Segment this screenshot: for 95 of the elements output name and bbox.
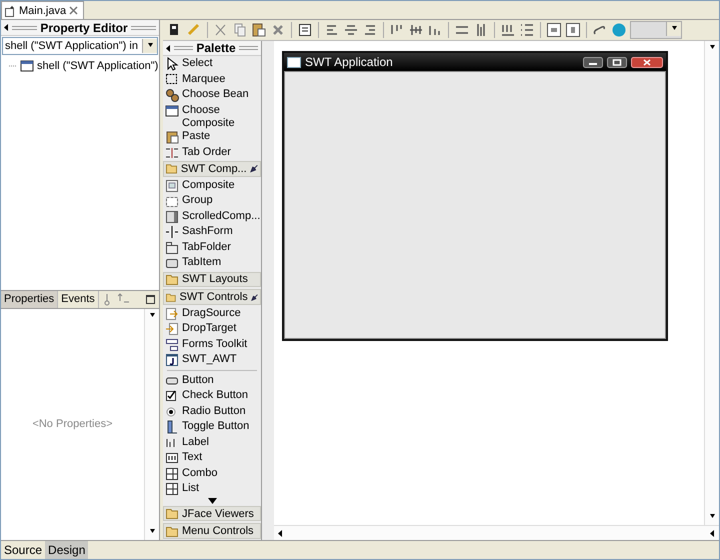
palette-item[interactable]: List — [163, 481, 261, 497]
editor-tab[interactable]: Main.java — [1, 1, 84, 19]
maximize-icon[interactable] — [146, 294, 155, 304]
palette-item[interactable]: ScrolledComp... — [163, 208, 261, 224]
java-box-icon — [165, 353, 179, 368]
dropdown-arrow-icon[interactable] — [672, 26, 676, 32]
center-vertical-icon[interactable] — [565, 22, 581, 38]
palette-category[interactable]: SWT Layouts — [163, 272, 261, 288]
collapse-arrow-icon[interactable] — [278, 530, 283, 536]
palette-item[interactable]: DragSource — [163, 306, 261, 322]
checkbox-icon — [165, 389, 179, 404]
component-selector[interactable]: shell ("SWT Application") in — [2, 37, 158, 55]
tab-order-icon — [165, 146, 179, 160]
empty-message: <No Properties> — [32, 418, 113, 430]
palette-item[interactable]: Combo — [163, 466, 261, 482]
window-icon — [287, 56, 301, 68]
list-box-icon — [165, 482, 179, 496]
pin-icon[interactable] — [250, 164, 258, 174]
palette-item[interactable]: TabItem — [163, 255, 261, 271]
close-icon[interactable] — [631, 56, 663, 68]
center-horizontal-icon[interactable] — [546, 22, 562, 38]
palette-item[interactable]: Select — [163, 56, 261, 72]
list-box-icon — [165, 466, 179, 481]
maximize-icon[interactable] — [607, 56, 627, 68]
collapse-arrow-icon[interactable] — [166, 44, 171, 52]
palette-item[interactable]: Group — [163, 193, 261, 209]
paste-icon[interactable] — [251, 22, 267, 38]
grip-icon — [130, 24, 156, 30]
text-field-icon — [165, 451, 179, 466]
palette-category[interactable]: SWT Controls — [163, 289, 261, 305]
scroll-panel-icon — [165, 210, 179, 224]
palette-item[interactable]: Marquee — [163, 72, 261, 87]
palette-item[interactable]: Label — [163, 434, 261, 450]
tree-item[interactable]: shell ("SWT Application") — [9, 58, 159, 74]
clipboard-icon — [165, 130, 179, 144]
dropdown-arrow-icon[interactable] — [148, 42, 152, 50]
palette-item[interactable]: Tab Order — [163, 144, 261, 160]
marquee-icon — [165, 72, 179, 86]
palette-item[interactable]: Button — [163, 372, 261, 388]
panel-title: Palette — [196, 41, 236, 55]
grip-icon — [238, 45, 258, 51]
properties-icon[interactable] — [297, 22, 313, 38]
palette-item[interactable]: TabFolder — [163, 240, 261, 256]
grip-icon — [12, 24, 38, 30]
window-icon — [20, 59, 34, 73]
palette-category[interactable]: Menu Controls — [163, 523, 261, 539]
window-title: SWT Application — [305, 55, 394, 69]
folder-icon — [166, 163, 178, 174]
filter-icon[interactable] — [118, 293, 130, 305]
palette-category[interactable]: SWT Comp... — [163, 161, 261, 177]
dropdown-field[interactable] — [630, 21, 682, 39]
palette-category[interactable]: JFace Viewers — [163, 506, 261, 522]
grip-icon — [174, 45, 194, 51]
palette-item[interactable]: SWT_AWT — [163, 352, 261, 368]
folder-icon — [166, 274, 179, 285]
minimize-icon[interactable] — [583, 56, 603, 68]
folder-icon — [166, 292, 176, 303]
scrollbar[interactable] — [274, 525, 719, 540]
group-icon — [165, 194, 179, 208]
split-icon — [165, 225, 179, 240]
folder-icon — [166, 526, 179, 537]
palette-item[interactable]: Toggle Button — [163, 419, 261, 435]
collapse-arrow-icon[interactable] — [710, 530, 715, 536]
collapse-arrow-icon[interactable] — [4, 24, 9, 31]
palette-item[interactable]: Choose Bean — [163, 87, 261, 102]
distribute-icon[interactable] — [500, 22, 516, 38]
palette-item[interactable]: Choose Composite — [163, 102, 261, 130]
window-icon — [165, 104, 179, 118]
drop-target-icon — [165, 322, 179, 336]
panel-tab[interactable]: Properties — [1, 290, 58, 308]
editor-mode-tab[interactable]: Design — [45, 541, 88, 559]
sort-icon[interactable] — [102, 292, 112, 306]
palette-item[interactable]: Forms Toolkit — [163, 336, 261, 352]
palette-item[interactable]: Radio Button — [163, 404, 261, 420]
forms-icon — [165, 338, 179, 352]
align-middle-icon[interactable] — [408, 22, 424, 38]
list-icon[interactable] — [519, 22, 535, 38]
file-icon — [4, 4, 16, 16]
palette-item[interactable]: SashForm — [163, 224, 261, 240]
palette-item[interactable]: DropTarget — [163, 321, 261, 337]
palette-item[interactable]: Composite — [163, 178, 261, 194]
toggle-icon — [165, 420, 179, 434]
collapse-arrow-icon[interactable] — [150, 312, 154, 320]
palette-item[interactable]: Check Button — [163, 388, 261, 404]
pin-icon[interactable] — [250, 292, 258, 302]
drag-source-icon — [165, 306, 179, 321]
tree-line — [9, 65, 17, 67]
scrollbar[interactable] — [144, 308, 159, 540]
scrollbar[interactable] — [704, 41, 719, 525]
folder-icon — [166, 508, 179, 520]
beans-icon — [165, 88, 179, 102]
tab-icon — [165, 256, 179, 270]
panel-title: Property Editor — [40, 20, 128, 34]
palette-item[interactable]: Paste — [163, 129, 261, 145]
palette-item[interactable]: Text — [163, 450, 261, 466]
